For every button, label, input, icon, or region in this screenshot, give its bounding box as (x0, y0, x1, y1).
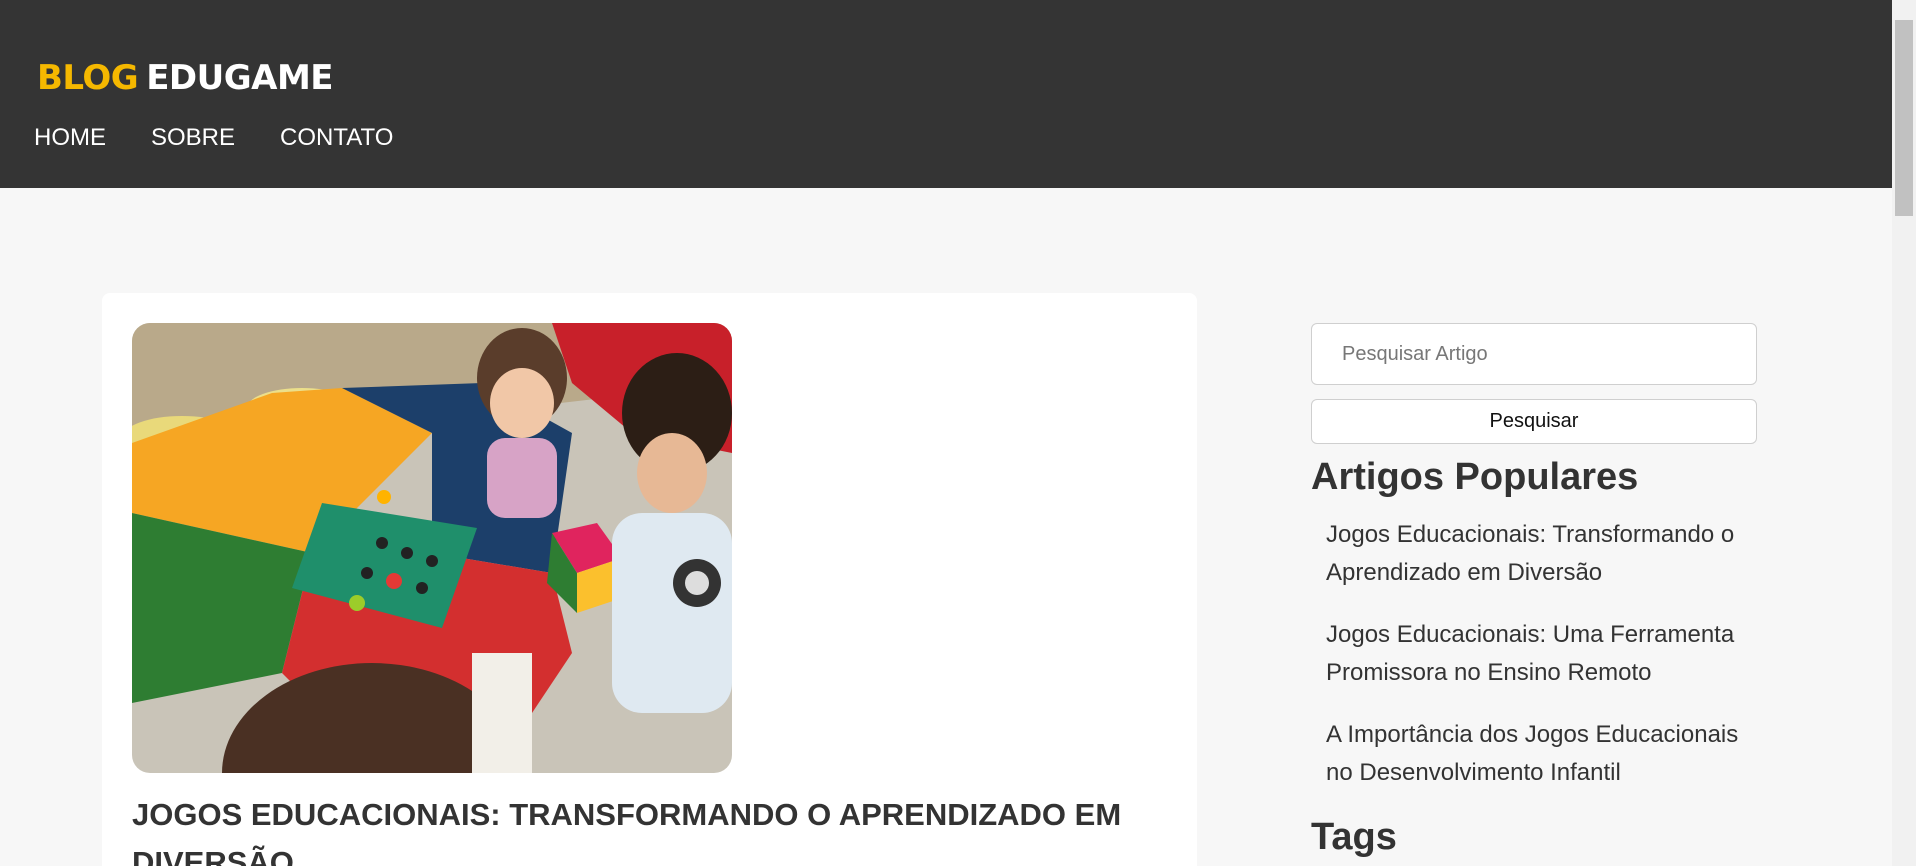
list-item: Jogos Educacionais: Uma Ferramenta Promi… (1326, 616, 1757, 692)
list-item: A Importância dos Jogos Educacionais no … (1326, 716, 1757, 792)
site-logo[interactable]: BLOG EDUGAME (37, 58, 334, 98)
popular-article-link[interactable]: Jogos Educacionais: Transformando o Apre… (1326, 516, 1754, 592)
search-input[interactable] (1311, 323, 1757, 385)
article-photo-illustration (132, 323, 732, 773)
list-item: Jogos Educacionais: Transformando o Apre… (1326, 516, 1757, 592)
nav-contato[interactable]: CONTATO (280, 124, 393, 152)
nav-home[interactable]: HOME (34, 124, 106, 152)
article-title[interactable]: JOGOS EDUCACIONAIS: TRANSFORMANDO O APRE… (132, 791, 1172, 866)
site-header: BLOG EDUGAME HOME SOBRE CONTATO (0, 0, 1892, 188)
tags-title: Tags (1311, 816, 1397, 858)
page-scrollbar[interactable] (1892, 0, 1916, 866)
popular-articles-list: Jogos Educacionais: Transformando o Apre… (1311, 516, 1757, 792)
logo-text-edugame: EDUGAME (146, 58, 334, 98)
popular-article-link[interactable]: Jogos Educacionais: Uma Ferramenta Promi… (1326, 616, 1754, 692)
logo-text-blog: BLOG (37, 58, 139, 98)
popular-article-link[interactable]: A Importância dos Jogos Educacionais no … (1326, 716, 1754, 792)
nav-sobre[interactable]: SOBRE (151, 124, 235, 152)
article-image[interactable] (132, 323, 732, 773)
main-nav: HOME SOBRE CONTATO (34, 124, 438, 152)
scrollbar-thumb[interactable] (1895, 20, 1913, 216)
popular-articles-title: Artigos Populares (1311, 456, 1639, 498)
search-button[interactable]: Pesquisar (1311, 399, 1757, 444)
article-card[interactable]: JOGOS EDUCACIONAIS: TRANSFORMANDO O APRE… (102, 293, 1197, 866)
sidebar: Pesquisar Artigos Populares Jogos Educac… (1311, 323, 1757, 862)
